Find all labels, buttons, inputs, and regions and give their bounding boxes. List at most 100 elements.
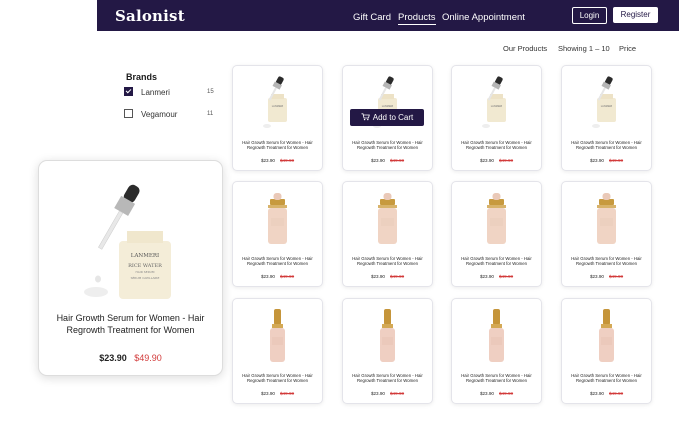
product-prices: $23.90 $49.90 (452, 274, 541, 279)
serum-bottle-image (597, 193, 616, 244)
product-price: $23.90 (589, 391, 604, 396)
product-card[interactable]: Hair Growth Serum for Women - Hair Regro… (342, 181, 433, 287)
product-title[interactable]: Hair Growth Serum for Women - Hair Regro… (347, 373, 428, 383)
add-to-cart-button[interactable]: Add to Cart (350, 109, 424, 126)
product-price: $23.90 (370, 391, 385, 396)
product-price: $23.90 (370, 274, 385, 279)
product-title[interactable]: Hair Growth Serum for Women - Hair Regro… (456, 140, 537, 150)
checkbox-icon[interactable] (124, 109, 133, 119)
product-title[interactable]: Hair Growth Serum for Women - Hair Regro… (347, 140, 428, 150)
product-price: $23.90 (260, 391, 275, 396)
product-old-price: $49.90 (609, 391, 624, 396)
product-prices: $23.90 $49.90 (233, 274, 322, 279)
featured-product-title[interactable]: Hair Growth Serum for Women - Hair Regro… (49, 312, 212, 336)
bottle-label-brand: LANMERI (131, 253, 159, 259)
product-old-price: $49.90 (390, 158, 405, 163)
product-card[interactable]: LANMERI Hair Growth Serum for Women - Hai… (232, 65, 323, 171)
serum-bottle-image (599, 309, 614, 362)
product-price: $23.90 (479, 274, 494, 279)
product-prices: $23.90 $49.90 (562, 158, 651, 163)
product-old-price: $49.90 (390, 274, 405, 279)
serum-bottle-image: LANMERI (592, 76, 616, 128)
product-old-price: $49.90 (280, 158, 295, 163)
register-button[interactable]: Register (613, 7, 658, 23)
product-title[interactable]: Hair Growth Serum for Women - Hair Regro… (237, 256, 318, 266)
product-prices: $23.90 $49.90 (562, 391, 651, 396)
bottle-label-line-4: SÉRUM CAPILLAIRE (131, 275, 160, 280)
product-title[interactable]: Hair Growth Serum for Women - Hair Regro… (456, 256, 537, 266)
cart-icon (361, 113, 370, 121)
brand-count: 15 (207, 89, 214, 95)
product-price: $23.90 (260, 274, 275, 279)
nav-online-appointment[interactable]: Online Appointment (442, 12, 525, 23)
top-navbar: Salonist Gift Card Products Online Appoi… (97, 0, 679, 31)
product-prices: $23.90 $49.90 (343, 274, 432, 279)
svg-text:LANMERI: LANMERI (491, 104, 503, 108)
product-old-price: $49.90 (499, 391, 514, 396)
svg-text:LANMERI: LANMERI (272, 104, 284, 108)
product-price: $23.90 (479, 391, 494, 396)
serum-bottle-image (487, 193, 506, 244)
brand-filter-lanmeri[interactable]: Lanmeri 15 (124, 87, 214, 97)
product-title[interactable]: Hair Growth Serum for Women - Hair Regro… (237, 373, 318, 383)
featured-product-card[interactable]: LANMERI RICE WATER HAIR SERUM SÉRUM CAPI… (38, 160, 223, 376)
serum-bottle-image (489, 309, 504, 362)
product-old-price: $49.90 (390, 391, 405, 396)
product-prices: $23.90 $49.90 (233, 158, 322, 163)
product-old-price: $49.90 (609, 158, 624, 163)
serum-bottle-image (378, 193, 397, 244)
product-card[interactable]: Hair Growth Serum for Women - Hair Regro… (232, 298, 323, 404)
product-price: $23.90 (479, 158, 494, 163)
product-title[interactable]: Hair Growth Serum for Women - Hair Regro… (566, 256, 647, 266)
nav-products[interactable]: Products (398, 12, 436, 25)
product-card[interactable]: LANMERI Hair Growth Serum for Women - Hai… (561, 65, 652, 171)
product-price: $23.90 (370, 158, 385, 163)
product-prices: $23.90 $49.90 (343, 158, 432, 163)
brands-filter-title: Brands (126, 72, 158, 82)
featured-product-prices: $23.90 $49.90 (39, 353, 222, 363)
product-prices: $23.90 $49.90 (562, 274, 651, 279)
brand-count: 11 (207, 111, 214, 117)
serum-bottle-image (268, 193, 287, 244)
product-card[interactable]: Hair Growth Serum for Women - Hair Regro… (561, 298, 652, 404)
checkbox-checked-icon[interactable] (124, 87, 133, 97)
logo[interactable]: Salonist (115, 7, 185, 25)
breadcrumb[interactable]: Our Products (503, 44, 547, 53)
product-price: $23.90 (589, 158, 604, 163)
bottle-label-line-3: HAIR SERUM (136, 270, 155, 274)
product-card[interactable]: Hair Growth Serum for Women - Hair Regro… (232, 181, 323, 287)
login-button[interactable]: Login (572, 7, 607, 24)
product-price: $23.90 (260, 158, 275, 163)
product-prices: $23.90 $49.90 (452, 158, 541, 163)
svg-text:LANMERI: LANMERI (382, 104, 394, 108)
product-title[interactable]: Hair Growth Serum for Women - Hair Regro… (237, 140, 318, 150)
add-to-cart-label: Add to Cart (372, 113, 414, 122)
product-price: $23.90 (589, 274, 604, 279)
nav-gift-card[interactable]: Gift Card (353, 12, 391, 23)
product-card[interactable]: Hair Growth Serum for Women - Hair Regro… (342, 298, 433, 404)
product-title[interactable]: Hair Growth Serum for Women - Hair Regro… (566, 373, 647, 383)
product-old-price: $49.90 (280, 274, 295, 279)
sort-price[interactable]: Price (619, 44, 636, 53)
bottle-label-line-2: RICE WATER (128, 263, 162, 269)
featured-old-price: $49.90 (134, 353, 162, 363)
product-title[interactable]: Hair Growth Serum for Women - Hair Regro… (456, 373, 537, 383)
brand-filter-vegamour[interactable]: Vegamour 11 (124, 109, 213, 119)
product-old-price: $49.90 (499, 274, 514, 279)
results-count: Showing 1 – 10 (558, 44, 610, 53)
product-card[interactable]: Hair Growth Serum for Women - Hair Regro… (451, 181, 542, 287)
product-old-price: $49.90 (499, 158, 514, 163)
serum-bottle-image: LANMERI (263, 76, 287, 128)
product-card[interactable]: Hair Growth Serum for Women - Hair Regro… (561, 181, 652, 287)
product-card[interactable]: Hair Growth Serum for Women - Hair Regro… (451, 298, 542, 404)
featured-price: $23.90 (99, 353, 127, 363)
serum-bottle-image (270, 309, 285, 362)
product-old-price: $49.90 (280, 391, 295, 396)
product-prices: $23.90 $49.90 (343, 391, 432, 396)
serum-bottle-image: LANMERI RICE WATER HAIR SERUM SÉRUM CAPI… (84, 184, 171, 299)
product-title[interactable]: Hair Growth Serum for Women - Hair Regro… (347, 256, 428, 266)
product-card[interactable]: LANMERI Hair Growth Serum for Women - Hai… (451, 65, 542, 171)
product-title[interactable]: Hair Growth Serum for Women - Hair Regro… (566, 140, 647, 150)
serum-bottle-image (380, 309, 395, 362)
product-prices: $23.90 $49.90 (233, 391, 322, 396)
